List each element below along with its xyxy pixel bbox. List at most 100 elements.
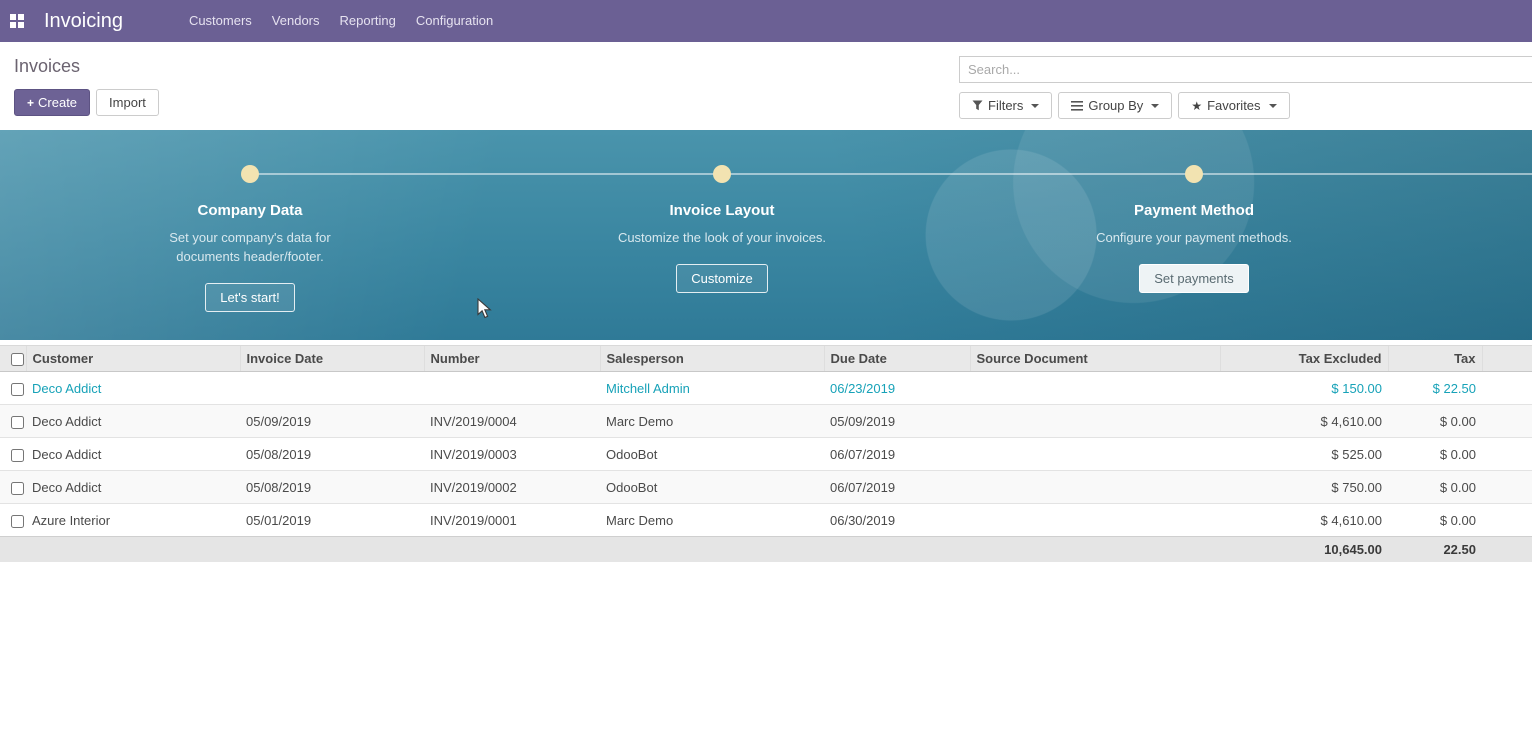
menu-customers[interactable]: Customers <box>179 0 262 42</box>
cell-salesperson[interactable]: OdooBot <box>600 471 824 504</box>
step-dot <box>713 165 731 183</box>
invoice-row[interactable]: Deco Addict 05/08/2019 INV/2019/0002 Odo… <box>0 471 1532 504</box>
cell-tax[interactable]: $ 0.00 <box>1388 471 1482 504</box>
row-select-cell <box>0 405 26 438</box>
funnel-icon <box>972 100 983 111</box>
cell-due-date[interactable]: 06/30/2019 <box>824 504 970 537</box>
cell-source-document[interactable] <box>970 504 1220 537</box>
row-checkbox[interactable] <box>11 383 24 396</box>
cell-invoice-date[interactable]: 05/08/2019 <box>240 471 424 504</box>
cell-invoice-date[interactable]: 05/08/2019 <box>240 438 424 471</box>
col-source-document[interactable]: Source Document <box>970 346 1220 372</box>
invoice-row[interactable]: Deco Addict Mitchell Admin 06/23/2019 $ … <box>0 372 1532 405</box>
col-number[interactable]: Number <box>424 346 600 372</box>
step-dot <box>1185 165 1203 183</box>
cell-invoice-date[interactable] <box>240 372 424 405</box>
customize-button[interactable]: Customize <box>676 264 767 293</box>
cell-number[interactable]: INV/2019/0004 <box>424 405 600 438</box>
invoice-row[interactable]: Azure Interior 05/01/2019 INV/2019/0001 … <box>0 504 1532 537</box>
table-header-row: Customer Invoice Date Number Salesperson… <box>0 346 1532 372</box>
main-menu: Customers Vendors Reporting Configuratio… <box>179 0 503 42</box>
col-invoice-date[interactable]: Invoice Date <box>240 346 424 372</box>
row-select-cell <box>0 471 26 504</box>
cell-customer[interactable]: Deco Addict <box>26 405 240 438</box>
cell-source-document[interactable] <box>970 438 1220 471</box>
cell-due-date[interactable]: 06/23/2019 <box>824 372 970 405</box>
cell-customer[interactable]: Deco Addict <box>26 438 240 471</box>
menu-configuration[interactable]: Configuration <box>406 0 503 42</box>
cell-number[interactable] <box>424 372 600 405</box>
row-checkbox[interactable] <box>11 416 24 429</box>
onboarding-step-payment-method: Payment Method Configure your payment me… <box>1034 130 1354 293</box>
cell-number[interactable]: INV/2019/0001 <box>424 504 600 537</box>
cell-source-document[interactable] <box>970 372 1220 405</box>
row-select-cell <box>0 504 26 537</box>
cell-source-document[interactable] <box>970 471 1220 504</box>
cell-tax-excluded[interactable]: $ 4,610.00 <box>1220 504 1388 537</box>
row-checkbox[interactable] <box>11 482 24 495</box>
cell-invoice-date[interactable]: 05/09/2019 <box>240 405 424 438</box>
search-input[interactable] <box>959 56 1532 83</box>
step-title: Invoice Layout <box>562 202 882 219</box>
row-select-cell <box>0 438 26 471</box>
cell-number[interactable]: INV/2019/0003 <box>424 438 600 471</box>
cell-number[interactable]: INV/2019/0002 <box>424 471 600 504</box>
group-by-button[interactable]: Group By <box>1058 92 1172 119</box>
invoice-row[interactable]: Deco Addict 05/09/2019 INV/2019/0004 Mar… <box>0 405 1532 438</box>
step-description: Set your company's data for documents he… <box>138 228 363 266</box>
invoices-table: Customer Invoice Date Number Salesperson… <box>0 345 1532 562</box>
group-by-icon <box>1071 101 1083 111</box>
set-payments-button[interactable]: Set payments <box>1139 264 1249 293</box>
row-checkbox[interactable] <box>11 515 24 528</box>
cell-tax[interactable]: $ 0.00 <box>1388 405 1482 438</box>
cell-invoice-date[interactable]: 05/01/2019 <box>240 504 424 537</box>
apps-menu-icon[interactable] <box>0 0 34 42</box>
col-salesperson[interactable]: Salesperson <box>600 346 824 372</box>
lets-start-button[interactable]: Let's start! <box>205 283 295 312</box>
app-title[interactable]: Invoicing <box>44 10 123 33</box>
cell-tax-excluded[interactable]: $ 150.00 <box>1220 372 1388 405</box>
select-all-cell <box>0 346 26 372</box>
cell-tax[interactable]: $ 0.00 <box>1388 438 1482 471</box>
total-tax-excluded: 10,645.00 <box>1220 537 1388 563</box>
menu-reporting[interactable]: Reporting <box>330 0 406 42</box>
cell-tax-excluded[interactable]: $ 750.00 <box>1220 471 1388 504</box>
cell-due-date[interactable]: 06/07/2019 <box>824 471 970 504</box>
cell-due-date[interactable]: 05/09/2019 <box>824 405 970 438</box>
plus-icon: + <box>27 96 34 110</box>
filters-button[interactable]: Filters <box>959 92 1052 119</box>
cell-customer[interactable]: Azure Interior <box>26 504 240 537</box>
cell-tax-excluded[interactable]: $ 525.00 <box>1220 438 1388 471</box>
control-panel: Invoices +Create Import Filters Group By <box>0 42 1532 130</box>
star-icon: ★ <box>1191 99 1202 113</box>
invoice-row[interactable]: Deco Addict 05/08/2019 INV/2019/0003 Odo… <box>0 438 1532 471</box>
cell-salesperson[interactable]: Mitchell Admin <box>600 372 824 405</box>
cell-tax[interactable]: $ 0.00 <box>1388 504 1482 537</box>
top-navbar: Invoicing Customers Vendors Reporting Co… <box>0 0 1532 42</box>
import-button[interactable]: Import <box>96 89 159 116</box>
cell-salesperson[interactable]: OdooBot <box>600 438 824 471</box>
col-tax-excluded[interactable]: Tax Excluded <box>1220 346 1388 372</box>
cell-salesperson[interactable]: Marc Demo <box>600 504 824 537</box>
col-customer[interactable]: Customer <box>26 346 240 372</box>
col-tax[interactable]: Tax <box>1388 346 1482 372</box>
onboarding-banner: Company Data Set your company's data for… <box>0 130 1532 340</box>
cell-source-document[interactable] <box>970 405 1220 438</box>
menu-vendors[interactable]: Vendors <box>262 0 330 42</box>
onboarding-step-company-data: Company Data Set your company's data for… <box>90 130 410 312</box>
row-checkbox[interactable] <box>11 449 24 462</box>
cell-customer[interactable]: Deco Addict <box>26 372 240 405</box>
select-all-checkbox[interactable] <box>11 353 24 366</box>
total-tax: 22.50 <box>1388 537 1482 563</box>
step-title: Company Data <box>90 202 410 219</box>
cell-customer[interactable]: Deco Addict <box>26 471 240 504</box>
cell-due-date[interactable]: 06/07/2019 <box>824 438 970 471</box>
col-due-date[interactable]: Due Date <box>824 346 970 372</box>
cell-salesperson[interactable]: Marc Demo <box>600 405 824 438</box>
caret-down-icon <box>1031 104 1039 108</box>
cell-tax[interactable]: $ 22.50 <box>1388 372 1482 405</box>
totals-row: 10,645.00 22.50 <box>0 537 1532 563</box>
create-button[interactable]: +Create <box>14 89 90 116</box>
cell-tax-excluded[interactable]: $ 4,610.00 <box>1220 405 1388 438</box>
favorites-button[interactable]: ★ Favorites <box>1178 92 1289 119</box>
